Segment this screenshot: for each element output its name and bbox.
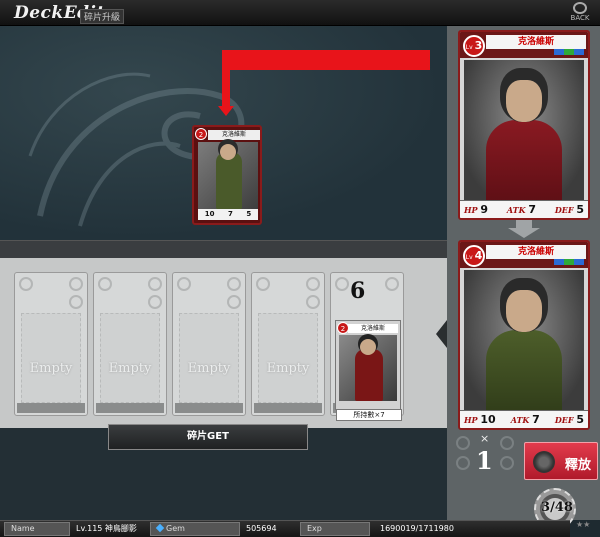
- card-level-badge: Lv 3: [463, 35, 485, 57]
- gem-value: 505694: [246, 524, 277, 533]
- card-name: 克洛維斯: [208, 130, 260, 140]
- back-icon: [573, 2, 587, 14]
- card-level-badge: 2: [195, 128, 207, 140]
- slot-body: [258, 313, 318, 403]
- back-button[interactable]: BACK: [568, 1, 592, 23]
- slot-ring-icon: [335, 277, 349, 291]
- preview-card-before: Lv 3 克洛維斯 HP 9 ATK 7 DEF 5: [458, 30, 590, 220]
- character-body: [216, 152, 242, 210]
- inventory-area: Empty Empty Empty Empty 6 2 克洛維斯 所持數×7: [0, 258, 447, 428]
- slot-ring-icon: [306, 295, 320, 309]
- slot-ring-icon: [456, 436, 470, 450]
- release-label: 釋放: [565, 458, 592, 473]
- empty-label: Empty: [29, 361, 73, 376]
- element-gems-icon: [554, 259, 584, 265]
- empty-slot[interactable]: Empty: [14, 272, 88, 416]
- preview-card-after: Lv 4 克洛維斯 HP 10 ATK 7 DEF 5: [458, 240, 590, 430]
- rating-stars-icon: ★★: [576, 520, 591, 529]
- character-body: [486, 330, 562, 410]
- empty-slot[interactable]: Empty: [172, 272, 246, 416]
- exp-value: 1690019/1711980: [380, 524, 454, 533]
- slot-bar: [175, 403, 243, 413]
- card-stats: HP 9 ATK 7 DEF 5: [460, 200, 588, 218]
- scroll-left-arrow-icon[interactable]: [436, 320, 447, 348]
- slot-ring-icon: [19, 277, 33, 291]
- card-level-badge: Lv 4: [463, 245, 485, 267]
- card-def: 5: [246, 210, 252, 218]
- inventory-card[interactable]: 2 克洛維斯 所持數×7: [335, 320, 402, 421]
- empty-slot[interactable]: Empty: [93, 272, 167, 416]
- card-hp: 10: [204, 210, 215, 218]
- card-name: 克洛維斯: [486, 245, 586, 259]
- shard-count: 6: [350, 278, 366, 304]
- cost-multiplier: ×: [480, 432, 490, 445]
- upgrade-arrow-icon: [506, 220, 542, 238]
- card-count: 3/48: [541, 500, 573, 515]
- key-icon: [533, 451, 555, 473]
- shard-get-button[interactable]: 碎片GET: [108, 424, 308, 450]
- character-body: [355, 349, 383, 401]
- divider-strip: [0, 240, 447, 258]
- slot-ring-icon: [69, 277, 83, 291]
- character-head: [220, 144, 236, 160]
- card-art: [198, 142, 258, 212]
- release-button[interactable]: 釋放: [524, 442, 598, 480]
- gem-icon: [155, 523, 165, 533]
- slot-bar: [254, 403, 322, 413]
- exp-label: Exp: [300, 522, 370, 536]
- slot-ring-icon: [385, 277, 399, 291]
- slot-ring-icon: [227, 277, 241, 291]
- tutorial-arrow-stem: [222, 50, 230, 108]
- tutorial-arrow-tip: [218, 106, 234, 116]
- deck-card[interactable]: 2 克洛維斯 10 7 5: [192, 125, 262, 225]
- owned-count: 所持數×7: [336, 409, 402, 421]
- status-bar: Name Lv.115 神鳥腳影 Gem 505694 Exp 1690019/…: [0, 520, 570, 537]
- cost-value: 1: [476, 446, 493, 475]
- slot-ring-icon: [456, 456, 470, 470]
- slot-ring-icon: [148, 277, 162, 291]
- page-subtitle: 碎片升級: [80, 9, 125, 24]
- name-label: Name: [4, 522, 70, 536]
- slot-bar: [96, 403, 164, 413]
- slot-ring-icon: [306, 277, 320, 291]
- player-name: Lv.115 神鳥腳影: [76, 524, 137, 533]
- gem-label: Gem: [150, 522, 240, 536]
- slot-bar: [17, 403, 85, 413]
- slot-ring-icon: [98, 277, 112, 291]
- element-gems-icon: [554, 49, 584, 55]
- character-body: [486, 120, 562, 200]
- card-art: [464, 60, 584, 200]
- card-art: [339, 335, 397, 401]
- slot-ring-icon: [177, 277, 191, 291]
- tutorial-arrow: [222, 50, 430, 70]
- slot-ring-icon: [256, 277, 270, 291]
- card-name: 克洛維斯: [348, 324, 398, 333]
- slot-ring-icon: [500, 436, 514, 450]
- card-stats: HP 10 ATK 7 DEF 5: [460, 410, 588, 428]
- character-head: [506, 80, 542, 122]
- character-head: [506, 290, 542, 332]
- card-art: [464, 270, 584, 410]
- slot-body: [21, 313, 81, 403]
- back-label: BACK: [570, 14, 590, 22]
- release-cost: × 1: [456, 432, 518, 486]
- slot-ring-icon: [148, 295, 162, 309]
- empty-label: Empty: [266, 361, 310, 376]
- slot-ring-icon: [69, 295, 83, 309]
- card-atk: 7: [228, 210, 233, 218]
- card-stats: 10 7 5: [198, 209, 258, 220]
- slot-ring-icon: [500, 456, 514, 470]
- empty-slot[interactable]: Empty: [251, 272, 325, 416]
- card-name: 克洛維斯: [486, 35, 586, 49]
- character-head: [360, 339, 376, 355]
- empty-label: Empty: [187, 361, 231, 376]
- slot-body: [179, 313, 239, 403]
- slot-body: [100, 313, 160, 403]
- slot-ring-icon: [227, 295, 241, 309]
- top-bar: DeckEdit 碎片升級 BACK: [0, 0, 600, 26]
- empty-label: Empty: [108, 361, 152, 376]
